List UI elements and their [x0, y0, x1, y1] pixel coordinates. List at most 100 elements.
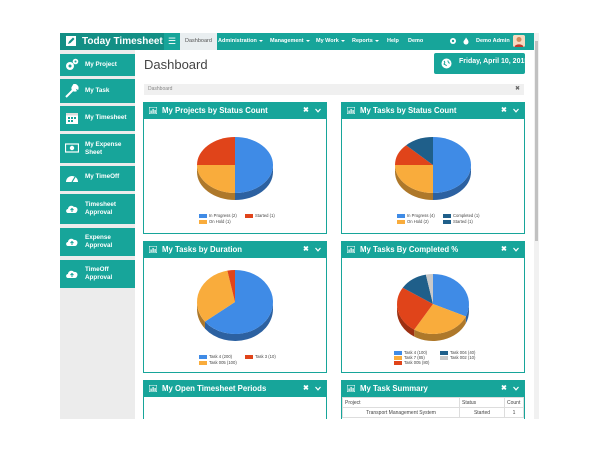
- dashboard-icon: [66, 176, 78, 183]
- scrollbar[interactable]: [534, 33, 539, 419]
- panel-title: My Projects by Status Count: [162, 106, 268, 115]
- nav-management[interactable]: Management: [270, 33, 310, 50]
- panel-title: My Tasks By Completed %: [360, 245, 459, 254]
- chevron-down-icon[interactable]: [513, 108, 519, 113]
- table-row[interactable]: Transport Management System Started 1: [342, 407, 524, 418]
- pencil-logo-icon: [66, 36, 76, 46]
- top-navbar: Today Timesheet ☰ Dashboard Administrati…: [60, 33, 537, 50]
- nav-reports[interactable]: Reports: [352, 33, 379, 50]
- fire-icon[interactable]: [462, 37, 470, 45]
- panel-title: My Open Timesheet Periods: [162, 384, 267, 393]
- sidebar-item-label: My Timesheet: [85, 114, 127, 121]
- panel-header: My Task Summary ✖: [341, 380, 525, 397]
- page-title: Dashboard: [144, 57, 208, 72]
- legend-label: Completed: [453, 213, 474, 218]
- panel-title: My Task Summary: [360, 384, 428, 393]
- legend-label: On Hold: [209, 219, 225, 224]
- panel-task-summary: My Task Summary ✖ Project Status Count T…: [341, 380, 525, 419]
- close-icon[interactable]: ✖: [303, 102, 309, 119]
- panel-header: My Tasks by Duration ✖: [143, 241, 327, 258]
- caret-down-icon: [258, 39, 263, 42]
- panel-header: My Tasks by Status Count ✖: [341, 102, 525, 119]
- panel-tasks-status: My Tasks by Status Count ✖ In Progress (…: [341, 102, 525, 234]
- legend-value: 1: [475, 213, 479, 218]
- user-name[interactable]: Demo Admin: [476, 33, 510, 50]
- close-icon[interactable]: ✖: [501, 102, 507, 119]
- close-icon[interactable]: ✖: [501, 241, 507, 258]
- legend-value: 1: [271, 213, 274, 218]
- app-title: Today Timesheet: [82, 36, 163, 47]
- sidebar-item-expense-approval[interactable]: Expense Approval: [60, 228, 135, 256]
- legend-item: In Progress (4): [397, 213, 435, 218]
- column-header[interactable]: Status: [459, 397, 505, 408]
- pie-slice[interactable]: [197, 165, 235, 193]
- close-icon[interactable]: ✖: [303, 380, 309, 397]
- legend-item: Started (1): [443, 219, 473, 224]
- brand[interactable]: Today Timesheet: [60, 33, 164, 50]
- sidebar: My Project My Task My Timesheet My Expen…: [60, 50, 135, 419]
- panel-header: My Tasks By Completed % ✖: [341, 241, 525, 258]
- legend-item: Task 3 (10): [245, 354, 276, 359]
- pie-slice[interactable]: [395, 165, 433, 193]
- sidebar-item-timeoff-approval[interactable]: TimeOff Approval: [60, 260, 135, 288]
- menu-toggle-icon[interactable]: ☰: [168, 36, 177, 46]
- chevron-down-icon[interactable]: [315, 247, 321, 252]
- close-icon[interactable]: ✖: [303, 241, 309, 258]
- calendar-icon: [66, 113, 78, 124]
- chevron-down-icon[interactable]: [315, 386, 321, 391]
- panel-header: My Projects by Status Count ✖: [143, 102, 327, 119]
- legend-value: 1: [469, 219, 472, 224]
- column-header[interactable]: Project: [342, 397, 460, 408]
- sidebar-item-my-expense-sheet[interactable]: My Expense Sheet: [60, 134, 135, 163]
- legend-value: 10: [269, 354, 275, 359]
- legend-value: 100: [228, 360, 236, 365]
- avatar[interactable]: [513, 35, 525, 47]
- nav-my-work[interactable]: My Work: [316, 33, 345, 50]
- legend-label: In Progress: [407, 213, 429, 218]
- pie-slice[interactable]: [197, 137, 235, 165]
- legend-label: Started: [453, 219, 467, 224]
- chevron-down-icon[interactable]: [315, 108, 321, 113]
- nav-demo[interactable]: Demo: [408, 33, 423, 50]
- chevron-down-icon[interactable]: [513, 386, 519, 391]
- pie-chart-projects: [197, 137, 273, 200]
- legend-item: Task 002 (10): [440, 355, 475, 360]
- legend-item: Completed (1): [443, 213, 480, 218]
- cloud-upload-icon: [66, 205, 78, 213]
- legend-label: On Hold: [407, 219, 423, 224]
- sidebar-item-my-task[interactable]: My Task: [60, 79, 135, 103]
- sidebar-item-my-timeoff[interactable]: My TimeOff: [60, 166, 135, 191]
- current-date: Friday, April 10, 2015: [459, 58, 529, 65]
- chart-icon: [149, 246, 157, 253]
- column-header[interactable]: Count: [504, 397, 524, 408]
- nav-help[interactable]: Help: [387, 33, 399, 50]
- scrollbar-thumb[interactable]: [535, 41, 538, 241]
- legend-value: 4: [430, 213, 434, 218]
- legend-item: In Progress (2): [199, 213, 237, 218]
- table-cell: Transport Management System: [342, 407, 460, 418]
- legend-item: Task 4 (200): [199, 354, 232, 359]
- close-icon[interactable]: ✖: [515, 84, 520, 95]
- nav-management-label: Management: [270, 38, 304, 44]
- breadcrumb-item[interactable]: Dashboard: [148, 84, 172, 95]
- nav-reports-label: Reports: [352, 38, 373, 44]
- panel-projects-status: My Projects by Status Count ✖ In Progres…: [143, 102, 327, 234]
- legend-value: 1: [226, 219, 230, 224]
- sidebar-item-my-timesheet[interactable]: My Timesheet: [60, 106, 135, 131]
- legend-value: 2: [424, 219, 428, 224]
- sidebar-item-timesheet-approval[interactable]: Timesheet Approval: [60, 194, 135, 224]
- close-icon[interactable]: ✖: [501, 380, 507, 397]
- panel-header: My Open Timesheet Periods ✖: [143, 380, 327, 397]
- nav-administration[interactable]: Administration: [218, 33, 263, 50]
- gear-icon[interactable]: [449, 37, 457, 45]
- chevron-down-icon[interactable]: [513, 247, 519, 252]
- caret-down-icon: [305, 39, 310, 42]
- nav-dashboard[interactable]: Dashboard: [180, 33, 217, 50]
- chart-icon: [149, 107, 157, 114]
- nav-my-work-label: My Work: [316, 38, 339, 44]
- sidebar-item-my-project[interactable]: My Project: [60, 54, 135, 76]
- money-icon: [65, 143, 79, 153]
- cloud-upload-icon: [66, 238, 78, 246]
- panel-tasks-duration: My Tasks by Duration ✖ Task 4 (200) Task…: [143, 241, 327, 373]
- sidebar-item-label: My TimeOff: [85, 173, 120, 180]
